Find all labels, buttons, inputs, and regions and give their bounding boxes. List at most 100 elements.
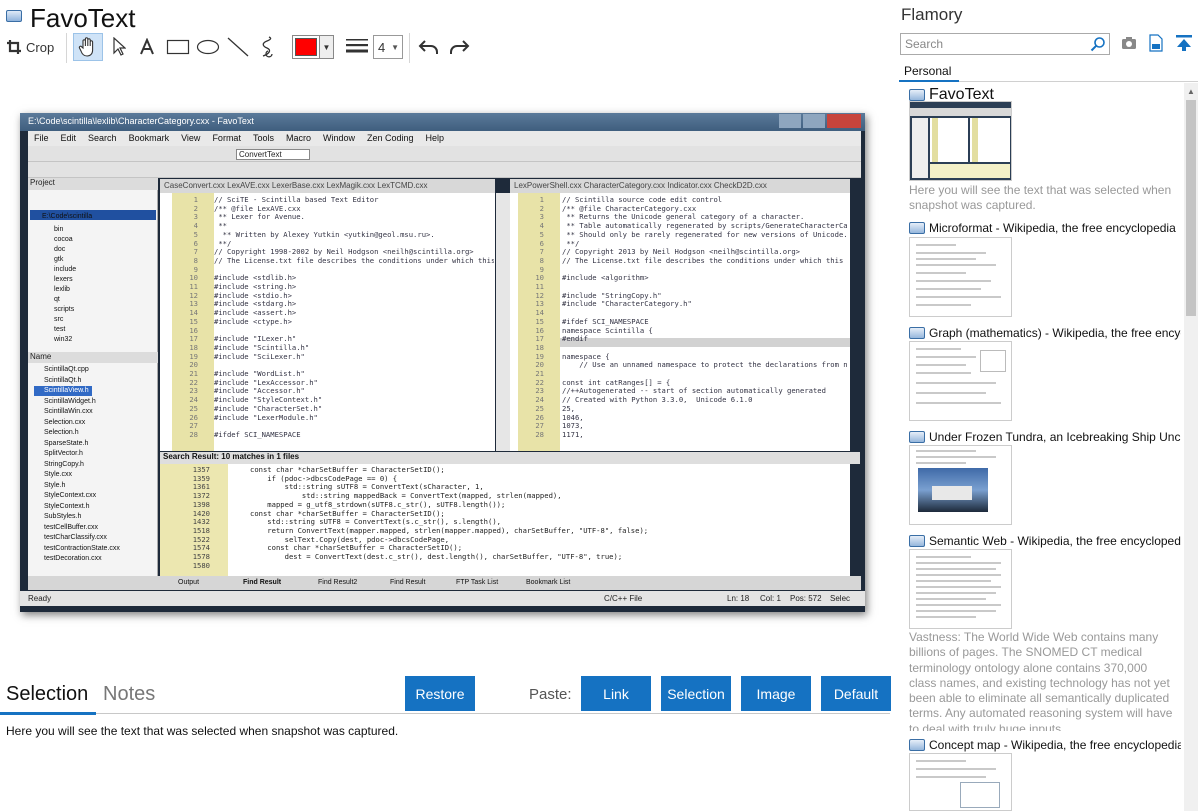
snapshot-name-header: Name xyxy=(28,352,158,363)
color-picker[interactable]: ▼ xyxy=(292,35,334,59)
snapshot-folder: lexlib xyxy=(54,286,70,293)
chevron-down-icon[interactable]: ▼ xyxy=(319,36,333,58)
snapshot-toolbar xyxy=(28,146,861,162)
snapshot-image[interactable]: E:\Code\scintilla\lexlib\CharacterCatego… xyxy=(20,113,865,612)
toolbar-divider xyxy=(66,33,67,63)
sidebar-item-thumbnail[interactable] xyxy=(909,237,1012,317)
sidebar-item-thumbnail[interactable] xyxy=(909,101,1012,181)
snapshot-folder: gtk xyxy=(54,256,64,263)
snapshot-code-right: // Scintilla source code edit control /*… xyxy=(562,196,847,439)
snapshot-item-icon xyxy=(909,535,925,547)
crop-button[interactable]: Crop xyxy=(6,34,58,60)
snapshot-file: ScintillaWin.cxx xyxy=(44,408,93,415)
paste-link-button[interactable]: Link xyxy=(581,676,651,711)
sidebar-item-thumbnail[interactable] xyxy=(909,753,1012,811)
sidebar-scroll-thumb[interactable] xyxy=(1186,100,1196,316)
snapshot-folder: lexers xyxy=(54,276,73,283)
search-input[interactable]: Search xyxy=(900,33,1110,55)
snapshot-status-col: Col: 1 xyxy=(760,594,781,603)
tab-personal[interactable]: Personal xyxy=(899,61,959,82)
snapshot-folder: bin xyxy=(54,226,64,233)
sidebar-item-thumbnail[interactable] xyxy=(909,445,1012,525)
scroll-up-icon[interactable]: ▲ xyxy=(1184,83,1198,99)
snapshot-folder: win32 xyxy=(54,336,73,343)
snapshot-line-numbers: 1 2 3 4 5 6 7 8 9 10 11 12 13 14 15 16 1… xyxy=(189,195,198,439)
snapshot-results-code: const char *charSetBuffer = CharacterSet… xyxy=(250,466,649,562)
sidebar-title: Flamory xyxy=(901,5,963,24)
tab-active-indicator xyxy=(0,712,96,715)
pin-icon[interactable] xyxy=(1175,34,1193,57)
line-width-button[interactable] xyxy=(344,34,370,60)
snapshot-file-list: ScintillaQt.cpp ScintillaQt.h ScintillaV… xyxy=(34,365,154,565)
sidebar-item-title[interactable]: Under Frozen Tundra, an Icebreaking Ship… xyxy=(929,430,1181,444)
paste-selection-button[interactable]: Selection xyxy=(661,676,731,711)
snapshot-results-header: Search Result: 10 matches in 1 files xyxy=(160,452,860,464)
snapshot-toolbar xyxy=(28,162,861,178)
snapshot-menu-item: Help xyxy=(425,133,445,143)
snapshot-window-buttons xyxy=(779,114,861,128)
sidebar-item-desc: Here you will see the text that was sele… xyxy=(909,183,1172,213)
restore-button[interactable]: Restore xyxy=(405,676,475,711)
tab-notes[interactable]: Notes xyxy=(103,683,155,706)
selection-text[interactable]: Here you will see the text that was sele… xyxy=(6,724,398,738)
snapshot-bottom-tab: Bookmark List xyxy=(526,579,571,586)
snapshot-menu-item: Macro xyxy=(285,133,311,143)
snapshot-line-numbers: 1 2 3 4 5 6 7 8 9 10 11 12 13 14 15 16 1… xyxy=(535,195,544,439)
snapshot-file: SplitVector.h xyxy=(44,450,83,457)
line-tool-button[interactable] xyxy=(224,34,252,60)
snapshot-right-tabs: LexPowerShell.cxx CharacterCategory.cxx … xyxy=(510,179,850,193)
rectangle-icon xyxy=(166,39,190,55)
snapshot-code-left: // SciTE - Scintilla based Text Editor /… xyxy=(214,196,494,439)
sidebar-item-thumbnail[interactable] xyxy=(909,549,1012,629)
page-icon[interactable] xyxy=(1149,34,1163,57)
line-width-select[interactable]: 4 ▼ xyxy=(373,35,403,59)
snapshot-file: Selection.h xyxy=(44,429,79,436)
sidebar-item-thumbnail[interactable] xyxy=(909,341,1012,421)
snapshot-menu-item: Search xyxy=(88,133,117,143)
paste-default-button[interactable]: Default xyxy=(821,676,891,711)
snapshot-file: ScintillaQt.h xyxy=(44,376,82,384)
snapshot-menu-item: File xyxy=(34,133,49,143)
ellipse-tool-button[interactable] xyxy=(194,34,222,60)
snapshot-folder: cocoa xyxy=(54,236,73,243)
snapshot-file: Selection.cxx xyxy=(44,418,86,426)
ellipse-icon xyxy=(196,39,220,55)
camera-icon[interactable] xyxy=(1121,36,1137,55)
snapshot-file: SubStyles.h xyxy=(44,513,82,520)
tab-selection[interactable]: Selection xyxy=(6,683,88,706)
snapshot-menu-item: View xyxy=(181,133,201,143)
pointer-tool-button[interactable] xyxy=(106,34,132,60)
sidebar-item-title[interactable]: Graph (mathematics) - Wikipedia, the fre… xyxy=(929,326,1181,340)
paste-label: Paste: xyxy=(529,686,572,703)
snapshot-results-lines: 1357 1359 1361 1372 1398 1420 1432 1518 … xyxy=(192,465,210,570)
snapshot-item-icon xyxy=(909,739,925,751)
snapshot-bottom-tab: Find Result xyxy=(390,579,426,586)
hand-tool-button[interactable] xyxy=(73,33,103,61)
snapshot-file: testCellBuffer.cxx xyxy=(44,523,98,531)
redo-button[interactable] xyxy=(446,34,472,60)
text-tool-button[interactable] xyxy=(134,34,160,60)
snapshot-status-ln: Ln: 18 xyxy=(727,594,750,603)
app-title: FavoText xyxy=(30,3,136,33)
chevron-down-icon: ▼ xyxy=(391,43,399,52)
snapshot-bottom-tab: Find Result2 xyxy=(318,579,358,586)
undo-button[interactable] xyxy=(416,34,442,60)
snapshot-combo: ConvertText xyxy=(236,149,310,160)
snapshot-status-pos: Pos: 572 xyxy=(790,594,822,603)
rectangle-tool-button[interactable] xyxy=(164,34,192,60)
snapshot-item-icon xyxy=(909,89,925,101)
search-icon[interactable] xyxy=(1090,36,1106,57)
paste-image-button[interactable]: Image xyxy=(741,676,811,711)
sidebar-item-title[interactable]: Microformat - Wikipedia, the free encycl… xyxy=(929,221,1181,235)
snapshot-file: StyleContext.cxx xyxy=(44,492,97,499)
sidebar-item-title[interactable]: Concept map - Wikipedia, the free encycl… xyxy=(929,738,1181,752)
snapshot-splitter xyxy=(496,193,510,451)
snapshot-file: Style.cxx xyxy=(44,471,73,478)
snapshot-menu-item: Window xyxy=(322,133,355,143)
text-icon xyxy=(139,38,155,56)
sidebar-item-title[interactable]: Semantic Web - Wikipedia, the free encyc… xyxy=(929,534,1181,548)
snapshot-item-icon xyxy=(909,222,925,234)
freehand-tool-button[interactable] xyxy=(254,34,282,60)
tab-divider xyxy=(96,713,890,714)
snapshot-menu-item: Zen Coding xyxy=(367,133,414,143)
